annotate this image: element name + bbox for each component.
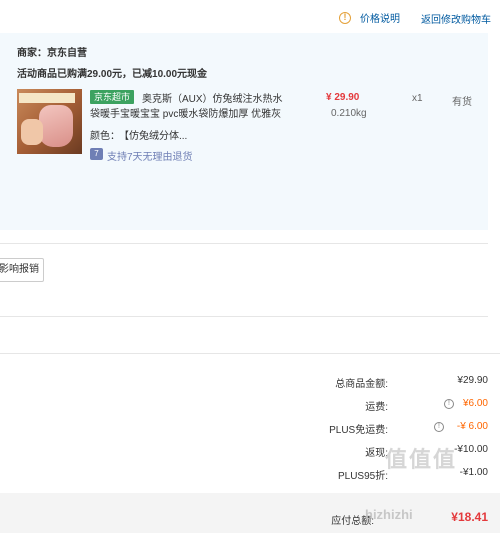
product-price: ¥ 29.90 [326, 92, 360, 103]
summary-value: -¥1.00 [459, 467, 488, 478]
summary-value: -¥ 6.00 [456, 421, 488, 432]
color-label: 颜色： [90, 131, 120, 142]
product-title-line2[interactable]: 袋暖手宝暖宝宝 pvc暖水袋防爆加厚 优雅灰 [90, 105, 281, 120]
hand-image [21, 119, 43, 145]
back-to-cart-link[interactable]: 返回修改购物车 [421, 11, 491, 26]
price-explain-label[interactable]: 价格说明 [360, 10, 400, 25]
thumbnail-ribbon [19, 93, 75, 103]
divider [0, 353, 500, 354]
price-explain-link[interactable]: ! 价格说明 [339, 10, 400, 25]
stock-status: 有货 [452, 97, 472, 108]
divider [0, 316, 488, 317]
watermark-text: 值值值 [385, 447, 458, 472]
summary-label: PLUS免运费: [329, 425, 388, 436]
hot-water-bag-image [39, 105, 73, 147]
payable-total: ¥18.41 [451, 510, 488, 524]
watermark-subtext: hizhizhi [365, 507, 413, 522]
summary-label: PLUS95折: [337, 471, 388, 482]
info-icon[interactable]: ! [444, 399, 454, 409]
top-bar: ! 价格说明 返回修改购物车 [0, 0, 500, 33]
summary-label: 运费: [365, 402, 388, 413]
product-quantity: x1 [412, 93, 423, 104]
product-thumbnail[interactable] [17, 89, 82, 154]
divider [0, 243, 488, 244]
summary-label: 总商品金额: [335, 379, 388, 390]
order-item-panel: 商家：京东自营 活动商品已购满29.00元，已减10.00元现金 京东超市 奥克… [0, 33, 488, 230]
color-value: 【仿兔绒分体... [119, 131, 188, 142]
return-policy-text[interactable]: 支持7天无理由退货 [107, 148, 193, 163]
summary-value: ¥6.00 [462, 398, 488, 409]
report-button[interactable]: 影响报销 [0, 258, 44, 282]
summary-value: -¥10.00 [454, 444, 488, 455]
order-footer: 应付总额: ¥18.41 [0, 493, 500, 533]
summary-value: ¥29.90 [457, 375, 488, 386]
promo-text: 活动商品已购满29.00元，已减10.00元现金 [17, 69, 208, 80]
jd-supermarket-badge: 京东超市 [90, 90, 135, 104]
info-icon[interactable]: ! [434, 422, 444, 432]
return-policy-icon: 7 [90, 148, 103, 160]
warning-icon: ! [339, 11, 351, 24]
product-title-line1[interactable]: 奥克斯（AUX）仿兔绒注水热水 [142, 90, 283, 105]
product-weight: 0.210kg [331, 108, 367, 119]
merchant-name: 商家：京东自营 [17, 48, 87, 59]
